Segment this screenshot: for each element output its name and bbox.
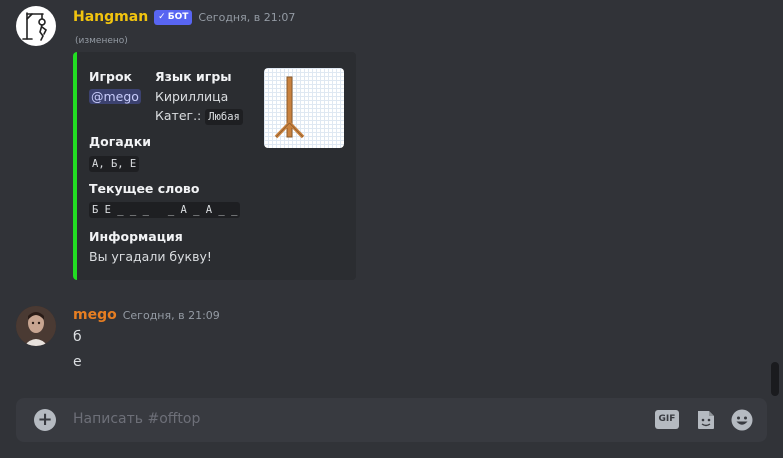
plus-icon: + — [37, 409, 53, 430]
user-timestamp[interactable]: Сегодня, в 21:09 — [123, 309, 220, 322]
word-label: Текущее слово — [89, 181, 200, 196]
message-line-2: е — [73, 354, 82, 370]
message-line-1: б — [73, 329, 82, 345]
info-label: Информация — [89, 229, 183, 244]
bot-badge-label: БОТ — [167, 11, 189, 22]
message-composer[interactable]: + Написать #offtop GIF — [16, 398, 767, 442]
category-value: Любая — [205, 109, 243, 125]
bot-timestamp[interactable]: Сегодня, в 21:07 — [198, 11, 295, 24]
emoji-button[interactable] — [730, 408, 754, 432]
bot-message-header: Hangman ✓ БОТ Сегодня, в 21:07 — [73, 9, 295, 25]
user-avatar[interactable] — [16, 306, 56, 346]
sticker-button[interactable] — [694, 408, 718, 432]
gif-button[interactable]: GIF — [655, 410, 679, 429]
player-value: @mego — [89, 89, 141, 104]
user-message-header: mego Сегодня, в 21:09 — [73, 307, 220, 323]
category-row: Катег.: Любая — [155, 108, 243, 125]
language-value: Кириллица — [155, 89, 229, 104]
gallows-icon — [22, 12, 48, 41]
bot-username[interactable]: Hangman — [73, 9, 148, 25]
language-label: Язык игры — [155, 69, 232, 84]
user-username[interactable]: mego — [73, 307, 117, 323]
game-embed: Игрок @mego Язык игры Кириллица Катег.: … — [73, 52, 356, 280]
verified-check-icon: ✓ — [158, 11, 166, 22]
bot-avatar[interactable] — [16, 6, 56, 46]
scrollbar-thumb[interactable] — [771, 362, 779, 396]
player-label: Игрок — [89, 69, 133, 84]
category-label: Катег.: — [155, 108, 202, 123]
smiley-icon — [731, 409, 753, 431]
word-value: Б Е _ _ _ _ А _ А _ _ — [89, 202, 241, 218]
guesses-value: А, Б, Е — [89, 156, 140, 172]
gallows-post-icon — [274, 76, 305, 139]
guesses-row: А, Б, Е — [89, 155, 140, 172]
edited-label: (изменено) — [75, 36, 128, 46]
word-row: Б Е _ _ _ _ А _ А _ _ — [89, 201, 241, 218]
guesses-label: Догадки — [89, 134, 152, 149]
sticker-icon — [698, 411, 714, 429]
user-portrait-icon — [16, 306, 56, 346]
info-value: Вы угадали букву! — [89, 249, 212, 264]
player-mention[interactable]: @mego — [89, 89, 141, 104]
add-attachment-button[interactable]: + — [34, 409, 56, 431]
hangman-image[interactable] — [264, 68, 344, 148]
message-input[interactable]: Написать #offtop — [73, 411, 200, 427]
bot-badge: ✓ БОТ — [154, 9, 193, 25]
